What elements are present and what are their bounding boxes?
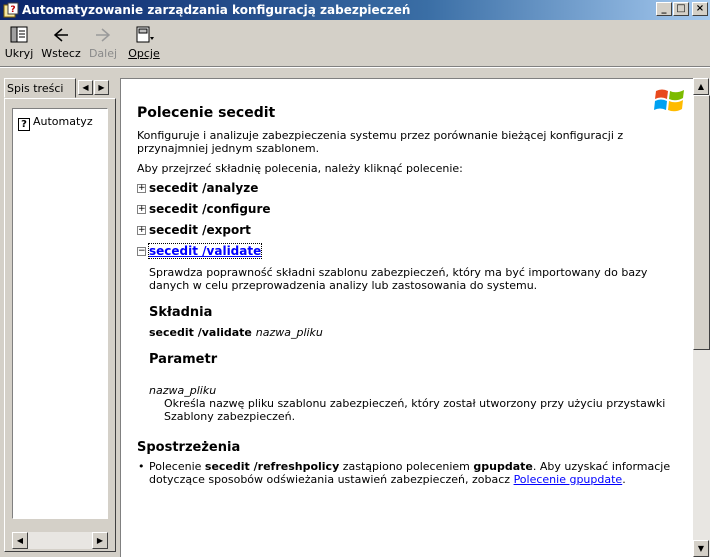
command-analyze[interactable]: + secedit /analyze: [137, 182, 687, 195]
window-title: Automatyzowanie zarządzania konfiguracją…: [22, 3, 411, 17]
hide-icon: [10, 26, 28, 43]
hide-button[interactable]: Ukryj: [2, 24, 36, 64]
remark-pre: Polecenie: [149, 460, 202, 473]
syntax-argument: nazwa_pliku: [255, 326, 323, 339]
horizontal-scrollbar[interactable]: ◀ ▶: [12, 532, 108, 549]
remark-command-2: gpupdate: [473, 460, 533, 473]
svg-text:?: ?: [10, 5, 15, 15]
help-app-icon: ?: [3, 2, 19, 18]
help-page-icon: ?: [18, 118, 30, 131]
tab-scroll-right-button[interactable]: ▶: [94, 80, 109, 95]
options-icon: [136, 26, 154, 43]
parameter-heading: Parametr: [149, 352, 218, 367]
toolbar: Ukryj Wstecz Dalej Opcje: [0, 21, 710, 67]
validate-description: Sprawdza poprawność składni szablonu zab…: [149, 266, 648, 292]
prompt-text: Aby przejrzeć składnię polecenia, należy…: [137, 162, 463, 175]
hide-label: Ukryj: [4, 47, 34, 60]
close-button[interactable]: ×: [692, 2, 708, 16]
scroll-left-button[interactable]: ◀: [12, 532, 28, 549]
remark-end: .: [622, 473, 626, 486]
tab-scroll-left-button[interactable]: ◀: [78, 80, 93, 95]
remarks-heading: Spostrzeżenia: [137, 440, 241, 455]
back-button[interactable]: Wstecz: [36, 24, 86, 64]
command-link[interactable]: secedit /validate: [147, 243, 263, 259]
forward-arrow-icon: [96, 28, 111, 42]
command-label: secedit /export: [149, 223, 251, 237]
back-arrow-icon: [53, 28, 68, 42]
parameter-description: Określa nazwę pliku szablonu zabezpiecze…: [164, 397, 666, 423]
contents-tree: ? Automatyz: [12, 108, 108, 519]
expand-icon: +: [137, 204, 146, 214]
scroll-down-button[interactable]: ▼: [693, 540, 709, 557]
content-pane: Polecenie secedit Konfiguruje i analizuj…: [120, 78, 710, 557]
navigation-body: ? Automatyz ◀ ▶: [4, 98, 116, 552]
command-configure[interactable]: + secedit /configure: [137, 203, 687, 216]
forward-button[interactable]: Dalej: [86, 24, 120, 64]
help-article: Polecenie secedit Konfiguruje i analizuj…: [137, 105, 687, 486]
tree-item-label: Automatyz: [33, 115, 93, 128]
remark-command: secedit /refreshpolicy: [204, 460, 340, 473]
options-button[interactable]: Opcje: [122, 24, 166, 64]
parameter-name: nazwa_pliku: [149, 384, 217, 397]
toolbar-separator: [0, 66, 710, 68]
scroll-right-button[interactable]: ▶: [92, 532, 108, 549]
minimize-button[interactable]: _: [656, 2, 672, 16]
maximize-button[interactable]: □: [673, 2, 689, 16]
forward-label: Dalej: [88, 47, 118, 60]
validate-section: Sprawdza poprawność składni szablonu zab…: [137, 266, 687, 423]
scroll-thumb[interactable]: [693, 95, 710, 350]
collapse-icon: −: [137, 246, 146, 256]
options-label: Opcje: [128, 47, 160, 60]
tab-contents[interactable]: Spis treści: [4, 78, 76, 98]
expand-icon: +: [137, 225, 146, 235]
command-label: secedit /analyze: [149, 181, 259, 195]
intro-text: Konfiguruje i analizuje zabezpieczenia s…: [137, 129, 624, 155]
vertical-scrollbar[interactable]: ▲ ▼: [693, 78, 710, 557]
remark-mid: zastąpiono poleceniem: [342, 460, 470, 473]
syntax-command: secedit /validate: [149, 326, 252, 339]
navigation-pane: Spis treści ◀ ▶ ? Automatyz ◀ ▶: [4, 78, 116, 552]
syntax-line: secedit /validate nazwa_pliku: [149, 326, 687, 339]
command-validate[interactable]: − secedit /validate: [137, 243, 687, 259]
remark-item: Polecenie secedit /refreshpolicy zastąpi…: [137, 460, 687, 486]
command-label: secedit /configure: [149, 202, 271, 216]
title-bar: ? Automatyzowanie zarządzania konfigurac…: [0, 0, 710, 20]
page-title: Polecenie secedit: [137, 105, 276, 121]
command-export[interactable]: + secedit /export: [137, 224, 687, 237]
scroll-up-button[interactable]: ▲: [693, 78, 709, 95]
syntax-heading: Składnia: [149, 305, 213, 320]
tree-item[interactable]: ? Automatyz: [18, 115, 104, 131]
expand-icon: +: [137, 183, 146, 193]
back-label: Wstecz: [41, 47, 81, 60]
gpupdate-link[interactable]: Polecenie gpupdate: [514, 473, 623, 486]
